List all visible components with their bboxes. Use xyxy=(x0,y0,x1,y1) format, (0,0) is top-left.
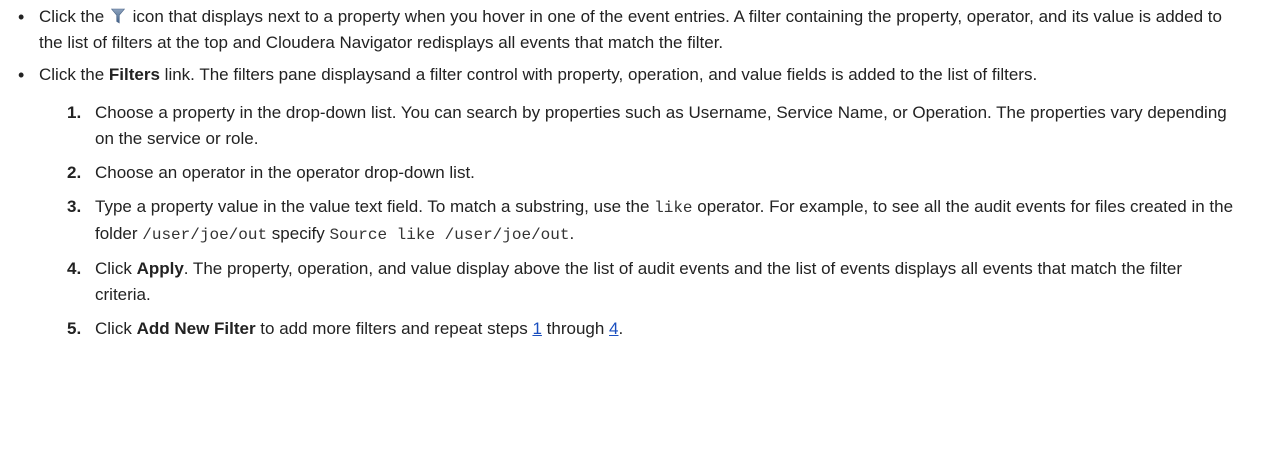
filter-funnel-icon xyxy=(110,6,126,24)
step-1: 1. Choose a property in the drop-down li… xyxy=(39,100,1240,152)
step-number: 3. xyxy=(67,197,82,216)
step-text: Choose a property in the drop-down list.… xyxy=(95,103,1227,148)
step-text: specify xyxy=(267,224,330,243)
step-number: 2. xyxy=(67,163,82,182)
code-like-operator: like xyxy=(654,199,693,217)
step-text: to add more filters and repeat steps xyxy=(255,319,533,338)
bullet2-text-post: link. The filters pane displaysand a fil… xyxy=(159,65,1038,84)
step-text: . xyxy=(569,224,575,243)
step-text: . The property, operation, and value dis… xyxy=(95,259,1183,304)
step-number: 4. xyxy=(67,259,82,278)
step-text: Type a property value in the value text … xyxy=(95,197,655,216)
bullet-list: • Click the icon that displays next to a… xyxy=(10,4,1240,342)
apply-label: Apply xyxy=(136,259,184,278)
step-4-link[interactable]: 4 xyxy=(609,319,618,338)
bullet-item-filters-link: • Click the Filters link. The filters pa… xyxy=(10,62,1240,342)
step-4: 4. Click Apply. The property, operation,… xyxy=(39,256,1240,308)
step-3: 3. Type a property value in the value te… xyxy=(39,194,1240,248)
code-source-filter-example: Source like /user/joe/out xyxy=(329,226,570,244)
bullet-dot: • xyxy=(18,65,25,85)
bullet2-text-pre: Click the xyxy=(39,65,109,84)
step-number: 1. xyxy=(67,103,82,122)
step-text: Choose an operator in the operator drop-… xyxy=(95,163,475,182)
step-text: . xyxy=(618,319,624,338)
filters-link-label: Filters xyxy=(108,65,160,84)
document-body: • Click the icon that displays next to a… xyxy=(0,0,1264,342)
bullet1-text-pre: Click the xyxy=(39,7,109,26)
steps-list: 1. Choose a property in the drop-down li… xyxy=(39,100,1240,342)
code-folder-path: /user/joe/out xyxy=(142,226,268,244)
step-number: 5. xyxy=(67,319,82,338)
bullet1-text-post: icon that displays next to a property wh… xyxy=(39,7,1222,52)
step-text: through xyxy=(541,319,610,338)
step-text: Click xyxy=(95,259,137,278)
step-1-link[interactable]: 1 xyxy=(532,319,541,338)
step-5: 5. Click Add New Filter to add more filt… xyxy=(39,316,1240,342)
add-new-filter-label: Add New Filter xyxy=(136,319,256,338)
step-2: 2. Choose an operator in the operator dr… xyxy=(39,160,1240,186)
step-text: Click xyxy=(95,319,137,338)
bullet-dot: • xyxy=(18,7,25,27)
bullet-item-filter-icon: • Click the icon that displays next to a… xyxy=(10,4,1240,56)
